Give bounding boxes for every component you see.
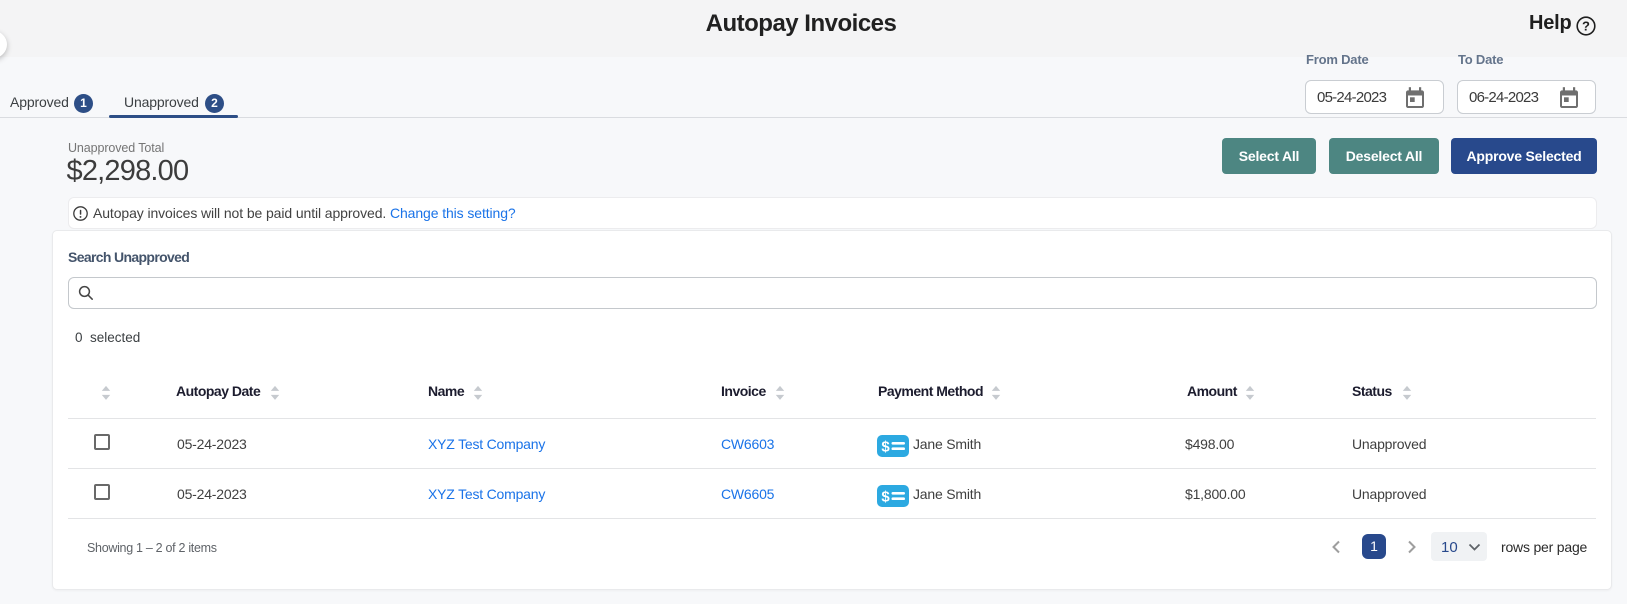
svg-text:$: $ [881, 439, 890, 456]
svg-text:?: ? [1582, 19, 1590, 34]
svg-text:$: $ [881, 489, 890, 506]
